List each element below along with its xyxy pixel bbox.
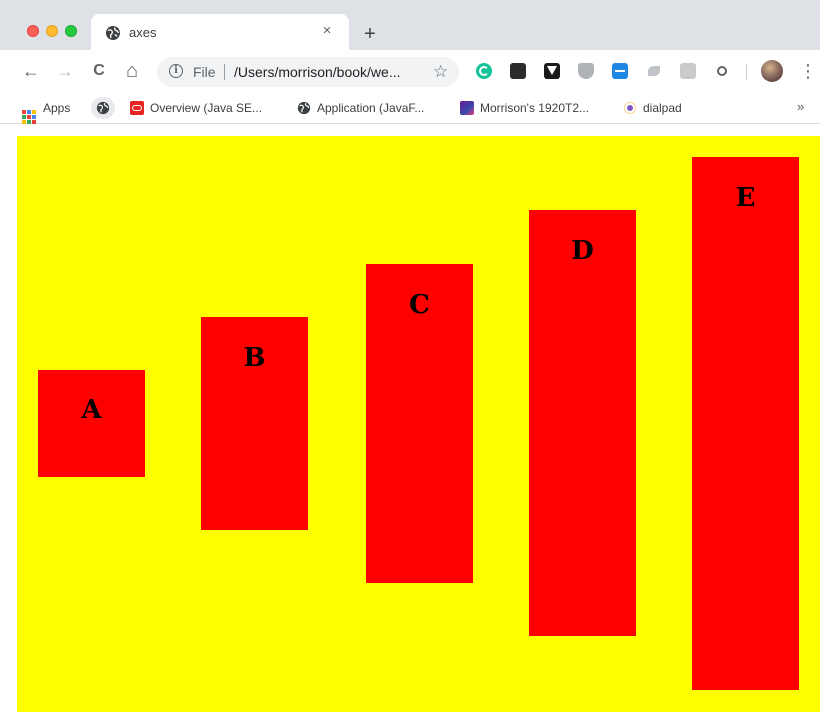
window-maximize-button[interactable] xyxy=(65,25,77,37)
rect-b: B xyxy=(201,317,308,530)
rect-d: D xyxy=(529,210,636,636)
rect-d-label: D xyxy=(571,236,594,266)
tab-strip: axes × + xyxy=(0,0,820,50)
window-close-button[interactable] xyxy=(27,25,39,37)
tab-title: axes xyxy=(129,25,157,40)
browser-menu-icon[interactable]: ⋮ xyxy=(799,61,817,81)
bookmark-label: Morrison's 1920T2... xyxy=(480,101,590,115)
rect-e-label: E xyxy=(735,183,756,213)
profile-avatar[interactable] xyxy=(761,60,783,82)
rect-e: E xyxy=(692,157,799,690)
photo-icon xyxy=(460,101,474,115)
vimeo-icon[interactable] xyxy=(544,63,560,79)
browser-toolbar: ← → C ⌂ i File /Users/morrison/book/we..… xyxy=(0,50,820,92)
extension-dark-icon[interactable] xyxy=(510,63,526,79)
tab-axes[interactable]: axes × xyxy=(91,14,349,50)
globe-icon xyxy=(106,26,120,40)
bookmark-apps-label: Apps xyxy=(43,101,71,115)
bookmark-label: Overview (Java SE... xyxy=(150,101,263,115)
rect-a-label: A xyxy=(81,395,102,425)
back-button[interactable]: ← xyxy=(21,61,41,81)
oracle-icon xyxy=(130,101,144,115)
bookmark-morrisons-1920t2[interactable]: Morrison's 1920T2... xyxy=(460,99,589,117)
apps-grid-icon xyxy=(22,110,36,124)
bookmark-globe[interactable] xyxy=(91,97,115,119)
scheme-label: File xyxy=(193,64,216,80)
bookmark-overview-java[interactable]: Overview (Java SE... xyxy=(130,99,262,117)
rect-c: C xyxy=(366,264,473,583)
forward-button[interactable]: → xyxy=(55,61,75,81)
grammarly-icon[interactable] xyxy=(476,63,492,79)
close-tab-icon[interactable]: × xyxy=(319,23,335,39)
rect-b-label: B xyxy=(243,343,266,373)
bookmark-apps[interactable]: Apps xyxy=(22,99,71,124)
bookmark-dialpad[interactable]: dialpad xyxy=(623,99,682,117)
toolbar-divider xyxy=(746,64,747,80)
bookmark-label: Application (JavaF... xyxy=(317,101,425,115)
rect-c-label: C xyxy=(409,290,430,320)
info-icon[interactable]: i xyxy=(169,64,183,78)
address-divider xyxy=(224,64,225,80)
reload-button[interactable]: C xyxy=(89,61,109,81)
url-text[interactable]: /Users/morrison/book/we... xyxy=(234,64,401,80)
connector-icon[interactable] xyxy=(612,63,628,79)
new-tab-button[interactable]: + xyxy=(360,24,380,44)
bookmarks-bar: Apps Overview (Java SE... Application (J… xyxy=(0,92,820,124)
dialpad-icon xyxy=(623,101,637,115)
page-canvas: A B C D E xyxy=(17,136,820,712)
home-button[interactable]: ⌂ xyxy=(122,61,142,81)
address-bar[interactable]: i File /Users/morrison/book/we... ☆ xyxy=(157,57,459,87)
circle-icon[interactable] xyxy=(714,63,730,79)
globe-icon xyxy=(96,101,110,115)
bookmark-star-icon[interactable]: ☆ xyxy=(433,62,448,82)
bookmarks-overflow-icon[interactable]: » xyxy=(797,99,804,114)
globe-icon xyxy=(297,101,311,115)
feather-icon[interactable] xyxy=(646,63,662,79)
window-minimize-button[interactable] xyxy=(46,25,58,37)
es-icon[interactable] xyxy=(680,63,696,79)
rect-a: A xyxy=(38,370,145,477)
bookmark-label: dialpad xyxy=(643,101,682,115)
shield-icon[interactable] xyxy=(578,63,594,79)
bookmark-application-javafx[interactable]: Application (JavaF... xyxy=(297,99,424,117)
